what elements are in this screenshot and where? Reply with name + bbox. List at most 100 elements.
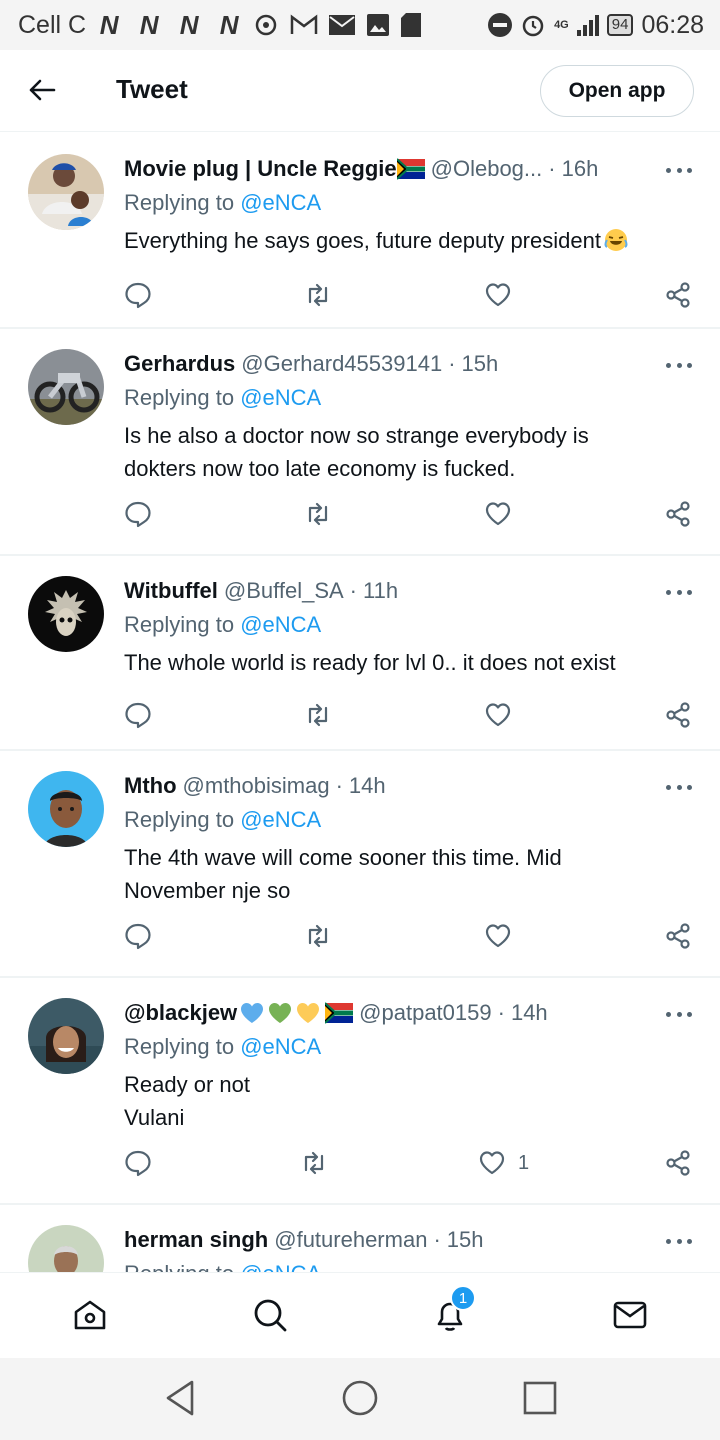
avatar[interactable] <box>28 154 104 230</box>
more-options-icon[interactable] <box>666 355 692 375</box>
retweet-icon <box>308 283 328 307</box>
more-options-icon[interactable] <box>666 777 692 797</box>
status-bar: Cell C N N N N 4G 94 06:28 <box>0 0 720 50</box>
reply-button[interactable] <box>124 919 152 953</box>
blue-heart-emoji-icon <box>241 1003 264 1023</box>
tweet-time[interactable]: 15h <box>447 1227 484 1253</box>
share-icon <box>666 282 690 308</box>
avatar[interactable] <box>28 1225 104 1272</box>
mention-link[interactable]: @eNCA <box>240 1261 321 1272</box>
mention-link[interactable]: @eNCA <box>240 612 321 637</box>
reply-icon <box>125 1150 151 1177</box>
back-button[interactable] <box>24 72 60 108</box>
avatar[interactable] <box>28 998 104 1074</box>
author-name[interactable]: Witbuffel <box>124 578 218 604</box>
share-button[interactable] <box>664 278 692 312</box>
reply-icon <box>125 282 151 309</box>
retweet-button[interactable] <box>304 698 332 732</box>
author-handle[interactable]: @Olebog... <box>431 156 543 182</box>
like-button[interactable] <box>484 497 512 531</box>
yellow-heart-emoji-icon <box>297 1003 320 1023</box>
tweet-time[interactable]: 14h <box>511 1000 548 1026</box>
author-name[interactable]: Mtho <box>124 773 177 799</box>
reply-button[interactable] <box>124 278 152 312</box>
mention-link[interactable]: @eNCA <box>240 1034 321 1059</box>
share-icon <box>666 702 690 728</box>
reply-icon <box>125 923 151 950</box>
network-type-label: 4G <box>554 18 569 31</box>
tweet[interactable]: @blackjew @patpat0159 · 14h Replying to … <box>0 978 720 1205</box>
author-name[interactable]: Gerhardus <box>124 351 235 377</box>
share-button[interactable] <box>664 1146 692 1180</box>
author-name[interactable]: Movie plug | Uncle Reggie <box>124 156 397 182</box>
more-options-icon[interactable] <box>666 160 692 180</box>
battery-level: 94 <box>606 14 634 36</box>
author-handle[interactable]: @futureherman <box>274 1227 427 1253</box>
like-button[interactable] <box>484 698 512 732</box>
share-button[interactable] <box>664 919 692 953</box>
tweet-text: The whole world is ready for lvl 0.. it … <box>124 650 616 675</box>
share-button[interactable] <box>664 497 692 531</box>
retweet-button[interactable] <box>304 497 332 531</box>
reply-button[interactable] <box>124 698 152 732</box>
system-home-button[interactable] <box>340 1378 380 1418</box>
tweet[interactable]: Gerhardus @Gerhard45539141 · 15h Replyin… <box>0 329 720 556</box>
news-n-icon: N <box>219 9 239 40</box>
tweet-time[interactable]: 14h <box>349 773 386 799</box>
avatar[interactable] <box>28 771 104 847</box>
like-count: 1 <box>518 1151 530 1174</box>
tweet-time[interactable]: 16h <box>562 156 599 182</box>
reply-icon <box>125 501 151 528</box>
mention-link[interactable]: @eNCA <box>240 190 321 215</box>
messages-tab[interactable] <box>610 1295 650 1335</box>
heart-icon <box>485 283 511 307</box>
carrier-name: Cell C <box>18 10 87 39</box>
tweet-text: Ready or not Vulani <box>124 1072 250 1130</box>
reply-button[interactable] <box>124 497 152 531</box>
retweet-button[interactable] <box>300 1146 328 1180</box>
reply-button[interactable] <box>124 1146 152 1180</box>
author-handle[interactable]: @Buffel_SA <box>224 578 344 604</box>
tweet[interactable]: Mtho @mthobisimag · 14h Replying to @eNC… <box>0 751 720 978</box>
home-tab[interactable] <box>70 1295 110 1335</box>
open-app-button[interactable]: Open app <box>540 65 694 117</box>
author-handle[interactable]: @patpat0159 <box>359 1000 491 1026</box>
author-handle[interactable]: @mthobisimag <box>183 773 330 799</box>
share-icon <box>666 923 690 949</box>
sd-card-icon <box>401 13 422 37</box>
mail-icon <box>329 15 356 35</box>
like-button[interactable]: 1 <box>478 1146 529 1180</box>
avatar[interactable] <box>28 349 104 425</box>
tweet-time[interactable]: 11h <box>363 578 398 604</box>
system-recents-button[interactable] <box>520 1378 560 1418</box>
replying-to: Replying to @eNCA <box>124 1034 322 1059</box>
author-name[interactable]: @blackjew <box>124 1000 237 1026</box>
like-button[interactable] <box>484 919 512 953</box>
more-options-icon[interactable] <box>666 1231 692 1251</box>
retweet-button[interactable] <box>304 278 332 312</box>
mention-link[interactable]: @eNCA <box>240 385 321 410</box>
tweet[interactable]: herman singh @futureherman · 15h Replyin… <box>0 1205 720 1272</box>
messages-icon <box>613 1301 647 1329</box>
like-button[interactable] <box>484 278 512 312</box>
avatar[interactable] <box>28 576 104 652</box>
tweet-text: Everything he says goes, future deputy p… <box>124 224 700 257</box>
share-button[interactable] <box>664 698 692 732</box>
mention-link[interactable]: @eNCA <box>240 807 321 832</box>
tweet-time[interactable]: 15h <box>462 351 499 377</box>
author-handle[interactable]: @Gerhard45539141 <box>241 351 442 377</box>
author-name[interactable]: herman singh <box>124 1227 268 1253</box>
more-options-icon[interactable] <box>666 1004 692 1024</box>
alarm-icon <box>522 15 544 37</box>
tweet[interactable]: Witbuffel @Buffel_SA · 11h Replying to @… <box>0 556 720 751</box>
reply-icon <box>125 702 151 729</box>
tweet[interactable]: Movie plug | Uncle Reggie @Olebog... · 1… <box>0 134 720 329</box>
retweet-button[interactable] <box>304 919 332 953</box>
top-app-bar: Tweet Open app <box>0 50 720 132</box>
search-tab[interactable] <box>250 1295 290 1335</box>
page-title: Tweet <box>116 74 188 104</box>
more-options-icon[interactable] <box>666 582 692 602</box>
south-africa-flag-icon <box>396 158 425 180</box>
replies-feed[interactable]: Movie plug | Uncle Reggie @Olebog... · 1… <box>0 134 720 1272</box>
system-back-button[interactable] <box>160 1378 200 1418</box>
